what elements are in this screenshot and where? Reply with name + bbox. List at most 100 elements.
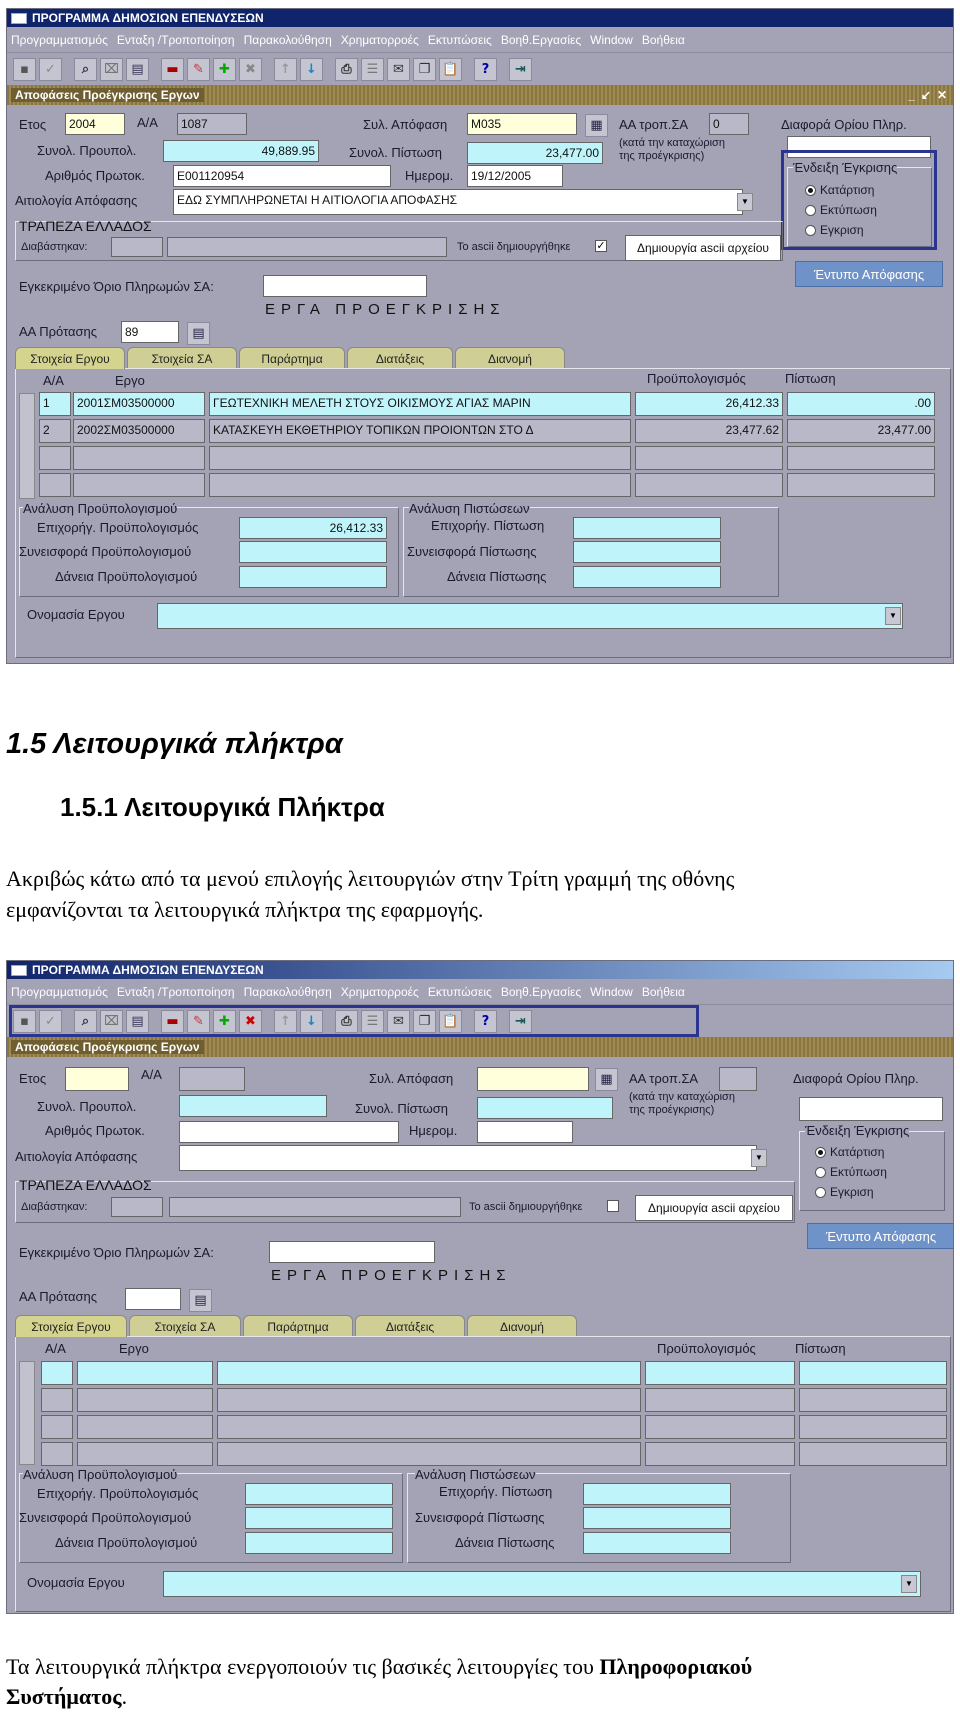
onomasia-field[interactable]: [157, 603, 903, 629]
query-icon[interactable]: ⌕: [74, 57, 97, 81]
up-icon[interactable]: ↑: [274, 57, 297, 81]
menu-parakolouthisi[interactable]: Παρακολούθηση: [244, 33, 332, 47]
daneia-proypol-field[interactable]: [239, 566, 387, 588]
egkekrimeno-orio-field-2[interactable]: [269, 1241, 435, 1263]
menu-ektyposeis[interactable]: Εκτυπώσεις: [428, 33, 492, 47]
radio-egkrisi-2[interactable]: Εγκριση: [815, 1185, 874, 1199]
menu-voitheia-2[interactable]: Βοήθεια: [642, 985, 685, 999]
row2-code-2[interactable]: [77, 1388, 213, 1412]
row4-pistosi-2[interactable]: [799, 1442, 947, 1466]
synisfora-pistosis-field-2[interactable]: [583, 1507, 731, 1529]
tab-stoixeia-ergou[interactable]: Στοιχεία Εργου: [15, 347, 125, 369]
menu-xrimatorroes-2[interactable]: Χρηματορροές: [341, 985, 419, 999]
row2-proypol[interactable]: 23,477.62: [635, 419, 783, 443]
save-icon[interactable]: ▪: [13, 57, 36, 81]
row1-ergo[interactable]: ΓΕΩΤΕΧΝΙΚΗ ΜΕΛΕΤΗ ΣΤΟΥΣ ΟΙΚΙΣΜΟΥΣ ΑΓΙΑΣ …: [209, 392, 631, 416]
menu-voith-ergasies[interactable]: Βοηθ.Εργασίες: [501, 33, 581, 47]
aitiologia-scroll-icon-2[interactable]: ▼: [751, 1149, 767, 1167]
row4-code[interactable]: [73, 473, 205, 497]
list-icon[interactable]: ☰: [361, 57, 384, 81]
menu-window-2[interactable]: Window: [590, 985, 633, 999]
insert-record-icon[interactable]: ✚: [213, 57, 236, 81]
row3-ergo-2[interactable]: [217, 1415, 641, 1439]
row2-proypol-2[interactable]: [645, 1388, 795, 1412]
row1-proypol-2[interactable]: [645, 1361, 795, 1385]
down-icon[interactable]: ↓: [300, 57, 323, 81]
imerom-field-2[interactable]: [477, 1121, 573, 1143]
ascii-created-checkbox[interactable]: ✓: [595, 240, 607, 252]
arithmos-protok-field-2[interactable]: [179, 1121, 399, 1143]
protasis-list-icon[interactable]: ▤: [187, 322, 210, 345]
create-ascii-button-2[interactable]: Δημιουργία ascii αρχείου: [635, 1195, 793, 1221]
row1-ergo-2[interactable]: [217, 1361, 641, 1385]
row3-aa[interactable]: [39, 446, 71, 470]
tab-diataxeis-2[interactable]: Διατάξεις: [355, 1315, 465, 1337]
minimize-icon[interactable]: _: [908, 88, 915, 102]
radio-katartisi-2[interactable]: Κατάρτιση: [815, 1145, 884, 1159]
row1-code-2[interactable]: [77, 1361, 213, 1385]
etos-field[interactable]: 2004: [65, 113, 125, 135]
row2-aa[interactable]: 2: [39, 419, 71, 443]
radio-egkrisi-icon-2[interactable]: [815, 1186, 826, 1198]
row3-pistosi-2[interactable]: [799, 1415, 947, 1439]
menu-ektyposeis-2[interactable]: Εκτυπώσεις: [428, 985, 492, 999]
row1-pistosi[interactable]: .00: [787, 392, 935, 416]
entypo-apofasis-button-2[interactable]: Έντυπο Απόφασης: [807, 1223, 953, 1249]
aitiologia-scroll-icon[interactable]: ▼: [737, 193, 753, 211]
egkekrimeno-orio-field[interactable]: [263, 275, 427, 297]
tab-parartima[interactable]: Παράρτημα: [239, 347, 345, 369]
row4-proypol[interactable]: [635, 473, 783, 497]
row2-pistosi[interactable]: 23,477.00: [787, 419, 935, 443]
diafora-oriou-field-2[interactable]: [799, 1097, 943, 1121]
tab-parartima-2[interactable]: Παράρτημα: [243, 1315, 353, 1337]
row4-code-2[interactable]: [77, 1442, 213, 1466]
print-preview-icon[interactable]: ▤: [126, 57, 149, 81]
ascii-created-checkbox-2[interactable]: [607, 1200, 619, 1212]
synol-pistosi-field-2[interactable]: [477, 1097, 613, 1119]
print-icon[interactable]: ⎙: [335, 57, 358, 81]
clear-icon[interactable]: ⌧: [100, 57, 123, 81]
calculator-icon[interactable]: ▦: [585, 114, 608, 137]
row2-aa-2[interactable]: [41, 1388, 73, 1412]
row4-pistosi[interactable]: [787, 473, 935, 497]
protasis-list-icon-2[interactable]: ▤: [189, 1289, 212, 1312]
syl-apofasi-field-2[interactable]: [477, 1067, 589, 1091]
radio-ektyposi-2[interactable]: Εκτύπωση: [815, 1165, 887, 1179]
row3-ergo[interactable]: [209, 446, 631, 470]
syl-apofasi-field[interactable]: Μ035: [467, 113, 577, 135]
menu-voith-ergasies-2[interactable]: Βοηθ.Εργασίες: [501, 985, 581, 999]
row3-aa-2[interactable]: [41, 1415, 73, 1439]
row1-pistosi-2[interactable]: [799, 1361, 947, 1385]
report-icon[interactable]: ✉: [387, 57, 410, 81]
onomasia-scroll-icon[interactable]: ▼: [885, 607, 901, 625]
calculator-icon-2[interactable]: ▦: [595, 1068, 618, 1091]
synisfora-proypol-field[interactable]: [239, 541, 387, 563]
tab-dianomi-2[interactable]: Διανομή: [467, 1315, 577, 1337]
onomasia-field-2[interactable]: [163, 1571, 921, 1597]
row1-aa-2[interactable]: [41, 1361, 73, 1385]
radio-katartisi-icon-2[interactable]: [815, 1146, 826, 1158]
row3-proypol-2[interactable]: [645, 1415, 795, 1439]
tab-diataxeis[interactable]: Διατάξεις: [347, 347, 453, 369]
row4-aa-2[interactable]: [41, 1442, 73, 1466]
aa-protasis-field[interactable]: 89: [121, 321, 179, 343]
row1-proypol[interactable]: 26,412.33: [635, 392, 783, 416]
epixorig-proypol-field[interactable]: 26,412.33: [239, 517, 387, 539]
arithmos-protok-field[interactable]: Ε001120954: [173, 165, 391, 187]
onomasia-scroll-icon-2[interactable]: ▼: [901, 1575, 917, 1593]
exit-icon[interactable]: ⇥: [509, 57, 532, 81]
menu-xrimatorroes[interactable]: Χρηματορροές: [341, 33, 419, 47]
daneia-pistosis-field-2[interactable]: [583, 1532, 731, 1554]
entypo-apofasis-button[interactable]: Έντυπο Απόφασης: [795, 261, 943, 287]
synol-proypol-field-2[interactable]: [179, 1095, 327, 1117]
menu-programmatismos-2[interactable]: Προγραμματισμός: [11, 985, 108, 999]
radio-ektyposi-icon-2[interactable]: [815, 1166, 826, 1178]
edit-icon[interactable]: ✎: [187, 57, 210, 81]
copy-icon[interactable]: ❐: [413, 57, 436, 81]
epixorig-proypol-field-2[interactable]: [245, 1483, 393, 1505]
rows-scrollbar-2[interactable]: [19, 1361, 35, 1465]
menu-voitheia[interactable]: Βοήθεια: [642, 33, 685, 47]
row1-code[interactable]: 2001ΣΜ03500000: [73, 392, 205, 416]
synisfora-proypol-field-2[interactable]: [245, 1507, 393, 1529]
synol-pistosi-field[interactable]: 23,477.00: [467, 142, 603, 164]
